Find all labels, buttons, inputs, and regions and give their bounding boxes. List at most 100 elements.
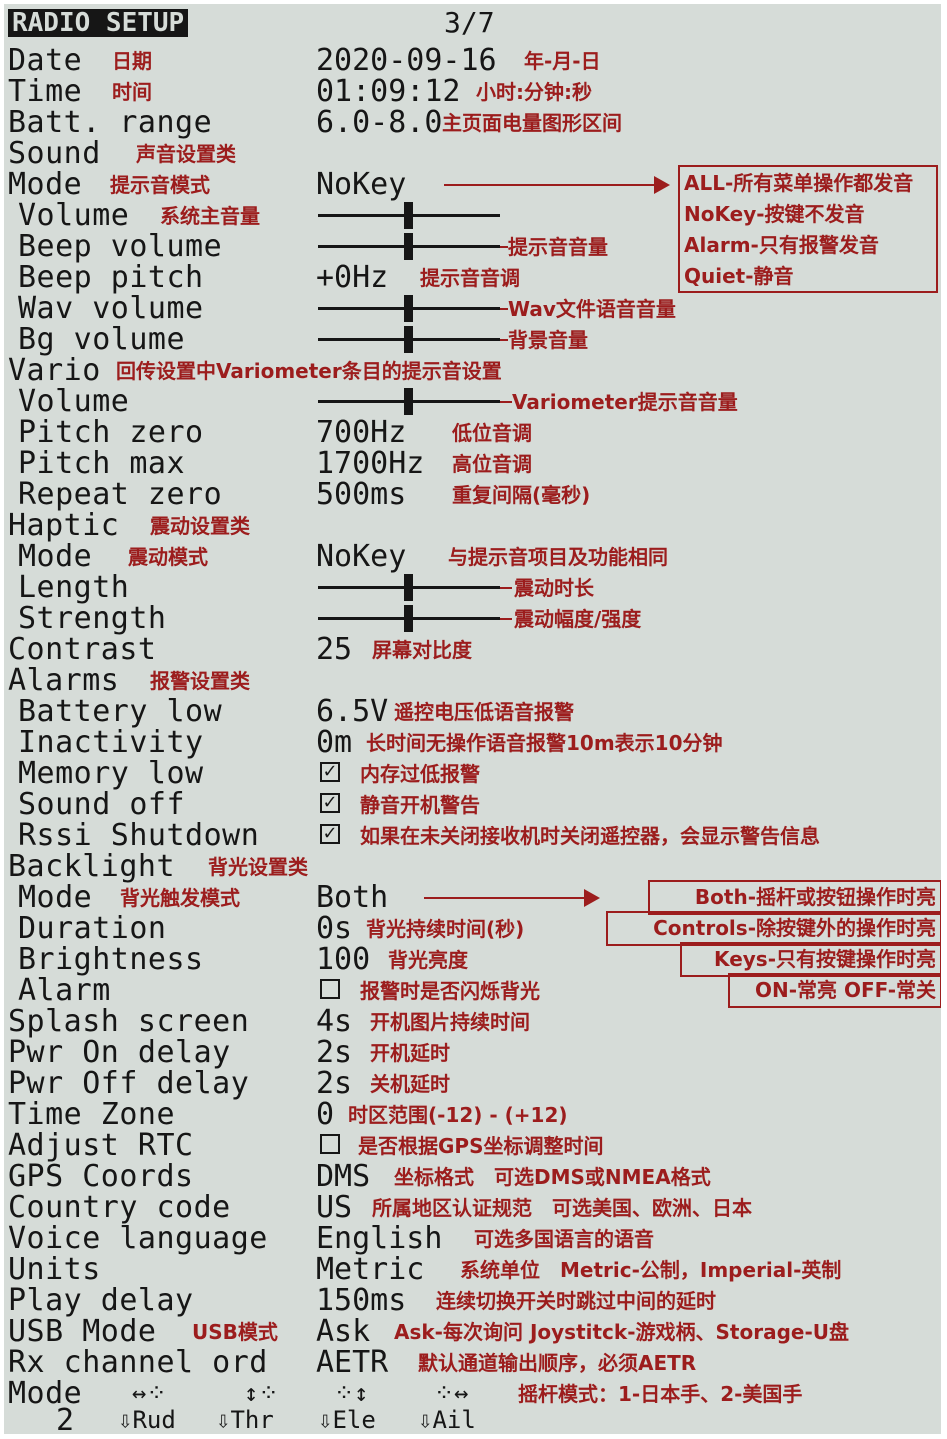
gps-coords-value[interactable]: DMS <box>316 1161 370 1192</box>
gps-coords-label: GPS Coords <box>8 1159 194 1194</box>
rssi-shutdown-checkbox[interactable]: ✓ <box>320 824 340 844</box>
haptic-mode-row[interactable]: Mode 震动模式 NoKey 与提示音项目及功能相同 <box>4 541 941 572</box>
time-zone-row[interactable]: Time Zone 0 时区范围(-12) - (+12) <box>4 1099 941 1130</box>
adjust-rtc-checkbox[interactable] <box>320 1134 340 1154</box>
rx-channel-order-value[interactable]: AETR <box>316 1347 388 1378</box>
sound-label: Sound <box>8 136 101 171</box>
inactivity-row[interactable]: Inactivity 0m 长时间无操作语音报警10m表示10分钟 <box>4 727 941 758</box>
date-value[interactable]: 2020-09-16 <box>316 45 497 76</box>
volume-note: 系统主音量 <box>160 204 260 228</box>
memory-low-checkbox[interactable]: ✓ <box>320 762 340 782</box>
pwr-off-delay-row[interactable]: Pwr Off delay 2s 关机延时 <box>4 1068 941 1099</box>
voice-language-label: Voice language <box>8 1221 268 1256</box>
inactivity-value[interactable]: 0m <box>316 727 352 758</box>
slider-knob[interactable] <box>404 605 413 632</box>
vario-volume-slider[interactable] <box>318 388 500 415</box>
backlight-legend-box-4: ON-常亮 OFF-常关 <box>728 973 941 1008</box>
slider-knob[interactable] <box>404 295 413 322</box>
backlight-mode-note: 背光触发模式 <box>120 886 240 910</box>
repeat-zero-row[interactable]: Repeat zero 500ms 重复间隔(毫秒) <box>4 479 941 510</box>
backlight-mode-value[interactable]: Both <box>316 882 388 913</box>
pitch-max-row[interactable]: Pitch max 1700Hz 高位音调 <box>4 448 941 479</box>
duration-note: 背光持续时间(秒) <box>366 917 525 941</box>
time-zone-value[interactable]: 0 <box>316 1099 334 1130</box>
units-row[interactable]: Units Metric 系统单位 Metric-公制，Imperial-英制 <box>4 1254 941 1285</box>
pitch-max-value[interactable]: 1700Hz <box>316 448 424 479</box>
play-delay-row[interactable]: Play delay 150ms 连续切换开关时跳过中间的延时 <box>4 1285 941 1316</box>
slider-knob[interactable] <box>404 574 413 601</box>
volume-slider[interactable] <box>318 202 500 229</box>
haptic-mode-value[interactable]: NoKey <box>316 541 406 572</box>
contrast-value[interactable]: 25 <box>316 634 352 665</box>
ele-channel: ⇩Ele <box>318 1406 376 1434</box>
time-row[interactable]: Time 时间 01:09:12 小时:分钟:秒 <box>4 76 941 107</box>
voice-language-value[interactable]: English <box>316 1223 442 1254</box>
pwr-on-delay-value[interactable]: 2s <box>316 1037 352 1068</box>
vario-volume-row[interactable]: Volume Variometer提示音音量 <box>4 386 941 417</box>
brightness-value[interactable]: 100 <box>316 944 370 975</box>
length-row[interactable]: Length 震动时长 <box>4 572 941 603</box>
bg-volume-slider[interactable] <box>318 326 500 353</box>
memory-low-row[interactable]: Memory low ✓ 内存过低报警 <box>4 758 941 789</box>
date-row[interactable]: Date 日期 2020-09-16 年-月-日 <box>4 45 941 76</box>
beep-pitch-value[interactable]: +0Hz <box>316 262 388 293</box>
battery-low-value[interactable]: 6.5V <box>316 696 388 727</box>
batt-range-value[interactable]: 6.0-8.0 <box>316 107 442 138</box>
duration-value[interactable]: 0s <box>316 913 352 944</box>
alarms-section: Alarms 报警设置类 <box>4 665 941 696</box>
slider-knob[interactable] <box>404 388 413 415</box>
ele-label: Ele <box>332 1406 376 1434</box>
time-value[interactable]: 01:09:12 <box>316 76 461 107</box>
pwr-off-delay-value[interactable]: 2s <box>316 1068 352 1099</box>
splash-screen-row[interactable]: Splash screen 4s 开机图片持续时间 <box>4 1006 941 1037</box>
slider-knob[interactable] <box>404 233 413 260</box>
backlight-alarm-note: 报警时是否闪烁背光 <box>360 979 540 1003</box>
strength-slider[interactable] <box>318 605 500 632</box>
beep-volume-slider[interactable] <box>318 233 500 260</box>
backlight-legend-box-2: Controls-除按键外的操作时亮 <box>606 911 941 946</box>
strength-row[interactable]: Strength 震动幅度/强度 <box>4 603 941 634</box>
rssi-shutdown-row[interactable]: Rssi Shutdown ✓ 如果在未关闭接收机时关闭遥控器，会显示警告信息 <box>4 820 941 851</box>
backlight-alarm-checkbox[interactable] <box>320 979 340 999</box>
usb-mode-note: USB模式 <box>192 1320 278 1344</box>
pwr-on-delay-row[interactable]: Pwr On delay 2s 开机延时 <box>4 1037 941 1068</box>
splash-screen-value[interactable]: 4s <box>316 1006 352 1037</box>
usb-mode-value[interactable]: Ask <box>316 1316 370 1347</box>
repeat-zero-value[interactable]: 500ms <box>316 479 406 510</box>
rx-channel-order-row[interactable]: Rx channel ord AETR 默认通道输出顺序，必须AETR <box>4 1347 941 1378</box>
stick-mode-channels[interactable]: 2 ⇩Rud ⇩Thr ⇩Ele ⇩Ail <box>4 1405 941 1434</box>
legend-line: ON-常亮 OFF-常关 <box>754 978 936 1002</box>
pitch-zero-row[interactable]: Pitch zero 700Hz 低位音调 <box>4 417 941 448</box>
adjust-rtc-row[interactable]: Adjust RTC 是否根据GPS坐标调整时间 <box>4 1130 941 1161</box>
bg-volume-row[interactable]: Bg volume 背景音量 <box>4 324 941 355</box>
battery-low-row[interactable]: Battery low 6.5V 遥控电压低语音报警 <box>4 696 941 727</box>
rud-channel: ⇩Rud <box>118 1406 176 1434</box>
length-note: 震动时长 <box>514 576 594 600</box>
usb-mode-row[interactable]: USB Mode USB模式 Ask Ask-每次询问 Joystitck-游戏… <box>4 1316 941 1347</box>
wav-volume-row[interactable]: Wav volume Wav文件语音音量 <box>4 293 941 324</box>
pitch-zero-value[interactable]: 700Hz <box>316 417 406 448</box>
country-code-row[interactable]: Country code US 所属地区认证规范 可选美国、欧洲、日本 <box>4 1192 941 1223</box>
sound-mode-value[interactable]: NoKey <box>316 169 406 200</box>
voice-language-row[interactable]: Voice language English 可选多国语言的语音 <box>4 1223 941 1254</box>
rssi-shutdown-note: 如果在未关闭接收机时关闭遥控器，会显示警告信息 <box>360 824 820 848</box>
vario-section: Vario 回传设置中Variometer条目的提示音设置 <box>4 355 941 386</box>
length-slider[interactable] <box>318 574 500 601</box>
sound-off-row[interactable]: Sound off ✓ 静音开机警告 <box>4 789 941 820</box>
backlight-legend-box-3: Keys-只有按键操作时亮 <box>680 942 941 977</box>
backlight-section: Backlight 背光设置类 <box>4 851 941 882</box>
slider-knob[interactable] <box>404 202 413 229</box>
batt-range-row[interactable]: Batt. range 6.0-8.0 主页面电量图形区间 <box>4 107 941 138</box>
contrast-row[interactable]: Contrast 25 屏幕对比度 <box>4 634 941 665</box>
gps-coords-row[interactable]: GPS Coords DMS 坐标格式 可选DMS或NMEA格式 <box>4 1161 941 1192</box>
wav-volume-slider[interactable] <box>318 295 500 322</box>
units-value[interactable]: Metric <box>316 1254 424 1285</box>
time-note: 时间 <box>112 80 152 104</box>
sound-off-checkbox[interactable]: ✓ <box>320 793 340 813</box>
country-code-value[interactable]: US <box>316 1192 352 1223</box>
usb-mode-label: USB Mode <box>8 1314 157 1349</box>
time-label: Time <box>8 74 83 109</box>
play-delay-value[interactable]: 150ms <box>316 1285 406 1316</box>
stick-mode-value[interactable]: 2 <box>56 1405 74 1434</box>
slider-knob[interactable] <box>404 326 413 353</box>
